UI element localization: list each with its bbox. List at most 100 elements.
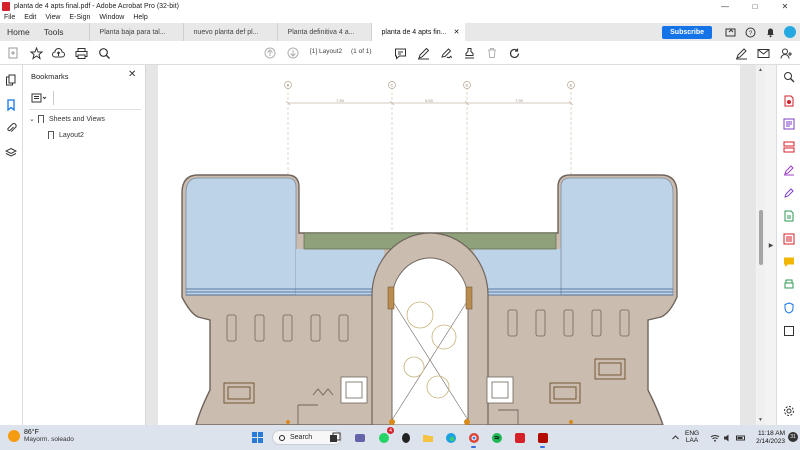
close-tab-icon[interactable]: ✕ bbox=[454, 28, 460, 36]
task-view-icon[interactable] bbox=[327, 430, 342, 445]
attachment-paperclip-icon[interactable] bbox=[3, 120, 19, 136]
email-icon[interactable] bbox=[755, 45, 771, 61]
active-app-indicator bbox=[471, 446, 476, 448]
system-clock[interactable]: 11:18 AM 2/14/2023 bbox=[745, 430, 785, 445]
previous-page-icon[interactable] bbox=[262, 45, 278, 61]
grid-label: B bbox=[287, 83, 290, 88]
menu-window[interactable]: Window bbox=[99, 14, 124, 21]
star-icon[interactable] bbox=[28, 45, 44, 61]
weather-condition: Mayorm. soleado bbox=[24, 436, 74, 443]
alien-app-icon[interactable] bbox=[398, 430, 413, 445]
combine-files-icon[interactable] bbox=[781, 116, 797, 132]
settings-gear-icon[interactable] bbox=[781, 403, 797, 419]
edit-pdf-icon[interactable] bbox=[733, 45, 749, 61]
document-tab-active[interactable]: planta de 4 apts fin... ✕ bbox=[370, 23, 465, 41]
page-number-field[interactable]: [1] Layout2 bbox=[310, 48, 342, 55]
tab-home[interactable]: Home bbox=[0, 23, 37, 41]
scroll-up-arrow-icon[interactable]: ▲ bbox=[758, 67, 763, 73]
layers-icon[interactable] bbox=[3, 145, 19, 161]
acrobat-pro-icon[interactable] bbox=[535, 430, 550, 448]
scan-ocr-icon[interactable] bbox=[781, 208, 797, 224]
bookmark-icon[interactable] bbox=[3, 97, 19, 113]
acrobat-reader-icon[interactable] bbox=[512, 430, 527, 445]
file-explorer-icon[interactable] bbox=[420, 430, 435, 445]
tools-rail bbox=[776, 65, 800, 425]
chrome-browser-icon[interactable] bbox=[466, 430, 481, 448]
protect-shield-icon[interactable] bbox=[781, 300, 797, 316]
next-page-icon[interactable] bbox=[285, 45, 301, 61]
notifications-bell-icon[interactable] bbox=[760, 23, 780, 41]
export-pdf-icon[interactable] bbox=[781, 93, 797, 109]
weather-widget[interactable]: 86°F Mayorm. soleado bbox=[8, 429, 74, 443]
notification-count-badge[interactable]: 31 bbox=[788, 432, 798, 442]
comment-tool-icon[interactable] bbox=[781, 254, 797, 270]
acrobat-app-icon bbox=[2, 1, 10, 11]
menu-edit[interactable]: Edit bbox=[24, 14, 36, 21]
draw-signature-icon[interactable] bbox=[438, 45, 454, 61]
account-avatar[interactable] bbox=[784, 26, 796, 38]
show-hidden-icons-chevron-up-icon[interactable] bbox=[668, 430, 683, 445]
bookmark-icon bbox=[48, 131, 54, 139]
minimize-button[interactable]: — bbox=[710, 0, 740, 12]
bookmark-sheets-and-views[interactable]: ⌄ Sheets and Views bbox=[29, 115, 105, 123]
document-view[interactable]: 7.90 5.50 7.90 B C D E bbox=[146, 65, 756, 425]
bookmark-layout2[interactable]: Layout2 bbox=[48, 131, 84, 139]
share-people-icon[interactable] bbox=[778, 45, 794, 61]
start-windows-icon[interactable] bbox=[250, 430, 265, 445]
print-icon[interactable] bbox=[73, 45, 89, 61]
bookmarks-panel: Bookmarks ✕ ⌄ Sheets and Views Layout2 bbox=[23, 65, 146, 425]
menu-view[interactable]: View bbox=[45, 14, 60, 21]
scrollbar-thumb[interactable] bbox=[759, 210, 763, 265]
print-production-icon[interactable] bbox=[781, 277, 797, 293]
create-pdf-icon[interactable] bbox=[5, 45, 21, 61]
subscribe-button[interactable]: Subscribe bbox=[662, 25, 712, 39]
close-window-button[interactable]: ✕ bbox=[770, 0, 800, 12]
sun-icon bbox=[8, 430, 20, 442]
organize-pages-icon[interactable] bbox=[781, 139, 797, 155]
scroll-down-arrow-icon[interactable]: ▼ bbox=[758, 417, 763, 423]
edit-document-icon[interactable] bbox=[781, 231, 797, 247]
grid-label: E bbox=[570, 83, 573, 88]
maximize-button[interactable]: □ bbox=[740, 0, 770, 12]
teams-chat-icon[interactable] bbox=[352, 430, 367, 445]
share-screen-icon[interactable] bbox=[720, 23, 740, 41]
delete-trash-icon[interactable] bbox=[484, 45, 500, 61]
windows-taskbar: 86°F Mayorm. soleado Search 4 ENG LAA 11… bbox=[0, 425, 800, 450]
rotate-icon[interactable] bbox=[506, 45, 522, 61]
request-signature-icon[interactable] bbox=[781, 162, 797, 178]
menu-esign[interactable]: E-Sign bbox=[69, 14, 90, 21]
stamp-icon[interactable] bbox=[461, 45, 477, 61]
bookmark-label: Layout2 bbox=[59, 131, 84, 139]
page-thumbnails-icon[interactable] bbox=[3, 72, 19, 88]
collapse-right-panel-icon[interactable]: ▶ bbox=[767, 239, 775, 251]
menu-file[interactable]: File bbox=[4, 14, 15, 21]
search-icon[interactable] bbox=[96, 45, 112, 61]
menu-help[interactable]: Help bbox=[133, 14, 147, 21]
close-panel-icon[interactable]: ✕ bbox=[128, 69, 136, 80]
vertical-scrollbar[interactable]: ▲ ▼ bbox=[757, 65, 765, 425]
spotify-icon[interactable] bbox=[489, 430, 504, 445]
panel-divider bbox=[29, 109, 141, 110]
whatsapp-icon[interactable]: 4 bbox=[376, 427, 394, 445]
zoom-icon[interactable] bbox=[781, 69, 797, 85]
more-tools-icon[interactable] bbox=[781, 323, 797, 339]
input-language[interactable]: ENG LAA bbox=[685, 430, 699, 444]
help-icon[interactable]: ? bbox=[740, 23, 760, 41]
document-tab[interactable]: Planta baja para tal... bbox=[88, 23, 183, 41]
highlight-pen-icon[interactable] bbox=[415, 45, 431, 61]
document-tab[interactable]: nuevo planta def pl... bbox=[182, 23, 277, 41]
weather-temperature: 86°F bbox=[24, 429, 39, 436]
tab-bar: Home Tools Planta baja para tal... nuevo… bbox=[0, 23, 800, 41]
chevron-down-icon[interactable]: ⌄ bbox=[29, 115, 38, 123]
floor-plan-drawing: 7.90 5.50 7.90 B C D E bbox=[181, 81, 678, 425]
edge-browser-icon[interactable] bbox=[443, 430, 458, 445]
document-tab-label: Planta baja para tal... bbox=[99, 28, 166, 36]
upload-cloud-icon[interactable] bbox=[50, 45, 66, 61]
active-app-indicator bbox=[540, 446, 545, 448]
comment-icon[interactable] bbox=[392, 45, 408, 61]
document-tab[interactable]: Planta definitiva 4 a... bbox=[276, 23, 371, 41]
tab-tools[interactable]: Tools bbox=[37, 23, 71, 41]
fill-and-sign-icon[interactable] bbox=[781, 185, 797, 201]
bookmark-options-menu[interactable] bbox=[31, 92, 53, 104]
page-count: (1 of 1) bbox=[351, 48, 372, 55]
